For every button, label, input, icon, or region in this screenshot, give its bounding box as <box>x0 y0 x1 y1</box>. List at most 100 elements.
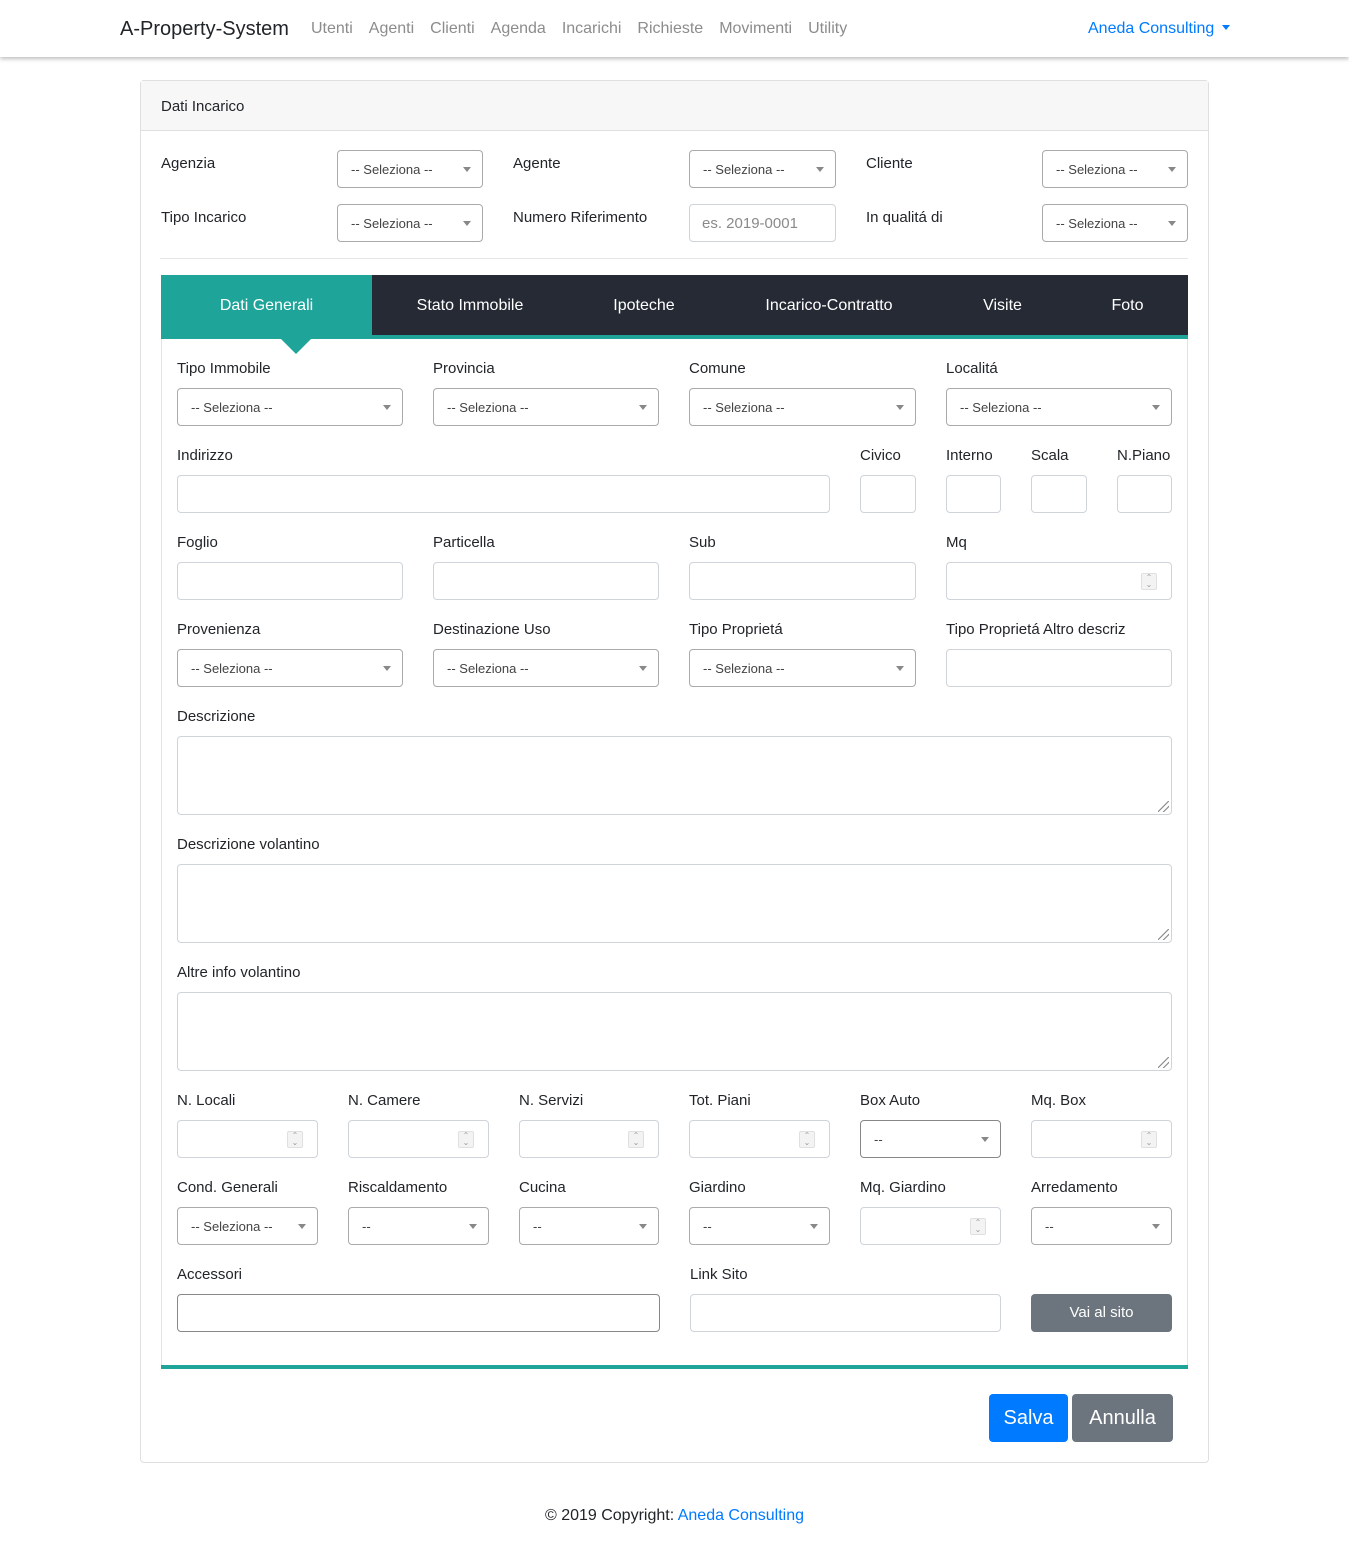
localita-select[interactable]: -- Seleziona -- <box>946 388 1172 426</box>
cond-generali-label: Cond. Generali <box>177 1179 278 1196</box>
nav-links: Utenti Agenti Clienti Agenda Incarichi R… <box>311 20 847 38</box>
tot-piani-input[interactable]: ⌃ ⌄ <box>689 1120 830 1158</box>
provenienza-select[interactable]: -- Seleziona -- <box>177 649 403 687</box>
resize-grip-icon[interactable] <box>1158 1057 1169 1068</box>
n-locali-input[interactable]: ⌃ ⌄ <box>177 1120 318 1158</box>
chevron-down-icon <box>463 167 471 172</box>
select-value: -- Seleziona -- <box>191 661 273 676</box>
comune-select[interactable]: -- Seleziona -- <box>689 388 916 426</box>
riscaldamento-select[interactable]: -- <box>348 1207 489 1245</box>
navbar: A-Property-System Utenti Agenti Clienti … <box>0 0 1349 57</box>
interno-input[interactable] <box>946 475 1001 513</box>
nav-link-agenda[interactable]: Agenda <box>491 20 546 38</box>
chevron-down-icon <box>816 167 824 172</box>
mq-box-label: Mq. Box <box>1031 1092 1087 1109</box>
spinner-arrows-icon[interactable]: ⌃ ⌄ <box>799 1131 815 1148</box>
particella-input[interactable] <box>433 562 659 600</box>
n-servizi-input[interactable]: ⌃ ⌄ <box>519 1120 659 1158</box>
chevron-down-icon <box>1168 167 1176 172</box>
spinner-arrows-icon[interactable]: ⌃ ⌄ <box>628 1131 644 1148</box>
descrizione-volantino-textarea[interactable] <box>177 864 1172 943</box>
in-qualita-di-select[interactable]: -- Seleziona -- <box>1042 204 1188 242</box>
nav-link-movimenti[interactable]: Movimenti <box>719 20 792 38</box>
provincia-label: Provincia <box>433 360 495 377</box>
giardino-select[interactable]: -- <box>689 1207 830 1245</box>
tipo-proprieta-altro-input[interactable] <box>946 649 1172 687</box>
destinazione-uso-select[interactable]: -- Seleziona -- <box>433 649 659 687</box>
brand[interactable]: A-Property-System <box>120 18 289 41</box>
box-auto-select[interactable]: -- <box>860 1120 1001 1158</box>
link-sito-input[interactable] <box>690 1294 1001 1332</box>
numero-riferimento-label: Numero Riferimento <box>513 209 648 226</box>
cucina-select[interactable]: -- <box>519 1207 659 1245</box>
nav-link-incarichi[interactable]: Incarichi <box>562 20 622 38</box>
select-value: -- Seleziona -- <box>351 162 433 177</box>
spinner-arrows-icon[interactable]: ⌃ ⌄ <box>1141 1131 1157 1148</box>
salva-button[interactable]: Salva <box>989 1394 1068 1442</box>
select-value: -- Seleziona -- <box>1056 216 1138 231</box>
tipo-immobile-label: Tipo Immobile <box>177 360 271 377</box>
cliente-select[interactable]: -- Seleziona -- <box>1042 150 1188 188</box>
tot-piani-label: Tot. Piani <box>689 1092 751 1109</box>
interno-label: Interno <box>946 447 993 464</box>
altre-info-volantino-textarea[interactable] <box>177 992 1172 1071</box>
indirizzo-input[interactable] <box>177 475 830 513</box>
numero-riferimento-input[interactable]: es. 2019-0001 <box>689 204 836 242</box>
spinner-arrows-icon[interactable]: ⌃ ⌄ <box>458 1131 474 1148</box>
tab-dati-generali[interactable]: Dati Generali <box>161 275 372 335</box>
user-dropdown[interactable]: Aneda Consulting <box>1088 20 1231 38</box>
tab-ipoteche[interactable]: Ipoteche <box>568 275 720 335</box>
select-value: -- Seleziona -- <box>191 1219 273 1234</box>
nav-link-richieste[interactable]: Richieste <box>637 20 703 38</box>
spinner-arrows-icon[interactable]: ⌃ ⌄ <box>1141 573 1157 590</box>
annulla-button[interactable]: Annulla <box>1072 1394 1173 1442</box>
scala-input[interactable] <box>1031 475 1087 513</box>
mq-giardino-input[interactable]: ⌃ ⌄ <box>860 1207 1001 1245</box>
mq-number-input[interactable]: ⌃ ⌄ <box>946 562 1172 600</box>
tipo-incarico-select[interactable]: -- Seleziona -- <box>337 204 483 242</box>
vai-al-sito-button[interactable]: Vai al sito <box>1031 1294 1172 1332</box>
mq-label: Mq <box>946 534 967 551</box>
nav-link-clienti[interactable]: Clienti <box>430 20 474 38</box>
tipo-proprieta-select[interactable]: -- Seleziona -- <box>689 649 916 687</box>
arredamento-label: Arredamento <box>1031 1179 1118 1196</box>
active-tab-pointer-icon <box>281 339 311 354</box>
cond-generali-select[interactable]: -- Seleziona -- <box>177 1207 318 1245</box>
select-value: -- <box>533 1219 542 1234</box>
tab-bottom-border <box>161 1365 1188 1369</box>
footer-link[interactable]: Aneda Consulting <box>678 1507 804 1524</box>
nav-link-utility[interactable]: Utility <box>808 20 847 38</box>
agente-select[interactable]: -- Seleziona -- <box>689 150 836 188</box>
tab-visite[interactable]: Visite <box>938 275 1067 335</box>
mq-box-input[interactable]: ⌃ ⌄ <box>1031 1120 1172 1158</box>
spinner-arrows-icon[interactable]: ⌃ ⌄ <box>287 1131 303 1148</box>
civico-input[interactable] <box>860 475 916 513</box>
chevron-down-icon <box>810 1224 818 1229</box>
chevron-down-icon <box>639 666 647 671</box>
nav-link-agenti[interactable]: Agenti <box>369 20 414 38</box>
tipo-immobile-select[interactable]: -- Seleziona -- <box>177 388 403 426</box>
foglio-input[interactable] <box>177 562 403 600</box>
chevron-down-icon <box>896 405 904 410</box>
chevron-down-icon <box>383 405 391 410</box>
npiano-input[interactable] <box>1117 475 1172 513</box>
tab-incarico-contratto[interactable]: Incarico-Contratto <box>720 275 938 335</box>
resize-grip-icon[interactable] <box>1158 929 1169 940</box>
resize-grip-icon[interactable] <box>1158 801 1169 812</box>
tab-foto[interactable]: Foto <box>1067 275 1188 335</box>
arredamento-select[interactable]: -- <box>1031 1207 1172 1245</box>
sub-input[interactable] <box>689 562 916 600</box>
chevron-down-icon <box>298 1224 306 1229</box>
provincia-select[interactable]: -- Seleziona -- <box>433 388 659 426</box>
n-camere-input[interactable]: ⌃ ⌄ <box>348 1120 489 1158</box>
agenzia-select[interactable]: -- Seleziona -- <box>337 150 483 188</box>
altre-info-volantino-label: Altre info volantino <box>177 964 301 981</box>
accessori-input[interactable] <box>177 1294 660 1332</box>
spinner-arrows-icon[interactable]: ⌃ ⌄ <box>970 1218 986 1235</box>
divider <box>160 258 1188 259</box>
particella-label: Particella <box>433 534 495 551</box>
chevron-down-icon <box>639 405 647 410</box>
nav-link-utenti[interactable]: Utenti <box>311 20 353 38</box>
tab-stato-immobile[interactable]: Stato Immobile <box>372 275 568 335</box>
descrizione-textarea[interactable] <box>177 736 1172 815</box>
